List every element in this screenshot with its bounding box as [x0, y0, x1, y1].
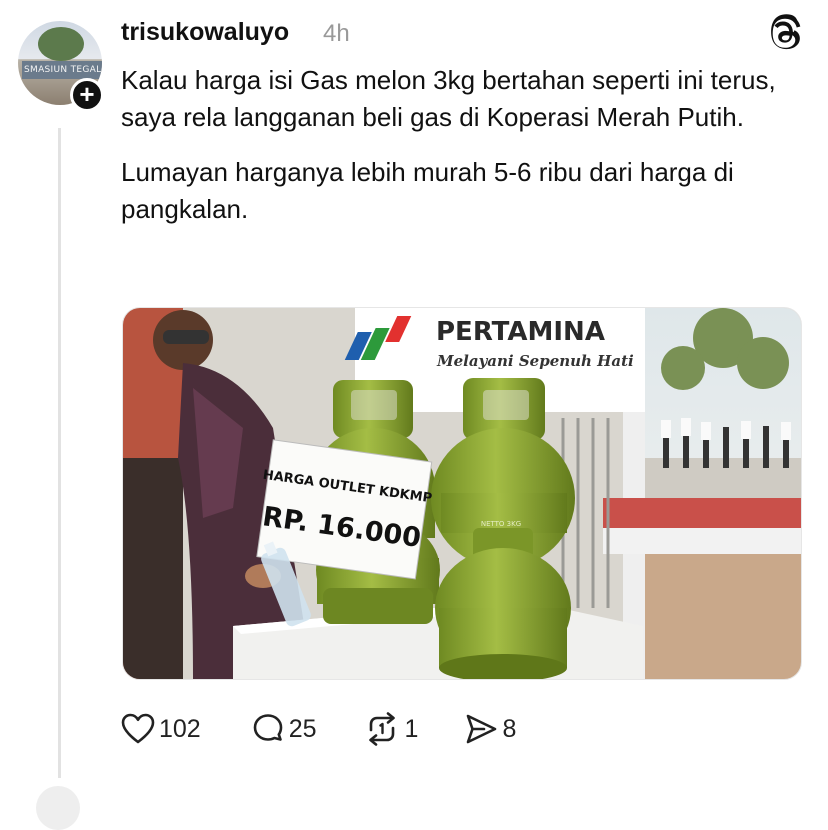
- share-button[interactable]: 8: [464, 713, 516, 745]
- repost-count: 1: [404, 714, 419, 743]
- repost-button[interactable]: 1: [363, 712, 419, 746]
- post-paragraph: Kalau harga isi Gas melon 3kg bertahan s…: [121, 65, 776, 132]
- thread-line: [58, 128, 61, 778]
- username[interactable]: trisukowaluyo: [121, 18, 289, 47]
- comment-icon: [253, 714, 283, 741]
- reply-button[interactable]: 25: [251, 713, 317, 745]
- action-bar: 102 25 1 8: [121, 712, 516, 746]
- svg-text:NETTO 3KG: NETTO 3KG: [481, 520, 521, 528]
- reply-count: 25: [288, 714, 317, 743]
- post-image[interactable]: PERTAMINA Melayani Sepenuh Hati NETTO 3K…: [122, 307, 802, 680]
- threads-logo-icon[interactable]: [766, 14, 806, 54]
- like-button[interactable]: 102: [121, 713, 201, 745]
- banner-brand: PERTAMINA: [436, 317, 605, 347]
- lpg-cylinder-photo: PERTAMINA Melayani Sepenuh Hati NETTO 3K…: [123, 308, 801, 679]
- plus-icon: +: [79, 79, 95, 109]
- banner-tagline: Melayani Sepenuh Hati: [436, 352, 634, 370]
- like-count: 102: [159, 714, 201, 743]
- share-icon: [467, 714, 497, 744]
- next-reply-avatar: [36, 786, 80, 830]
- avatar-tree-graphic: [38, 27, 84, 61]
- post-paragraph: Lumayan harganya lebih murah 5-6 ribu da…: [121, 157, 734, 224]
- heart-icon: [121, 713, 155, 744]
- share-count: 8: [502, 714, 517, 743]
- post-body: Kalau harga isi Gas melon 3kg bertahan s…: [121, 62, 811, 246]
- follow-button[interactable]: +: [70, 78, 104, 112]
- post-time: 4h: [323, 20, 350, 47]
- repost-icon: [368, 712, 395, 746]
- avatar-sign-text: SMASIUN TEGAL: [22, 61, 102, 79]
